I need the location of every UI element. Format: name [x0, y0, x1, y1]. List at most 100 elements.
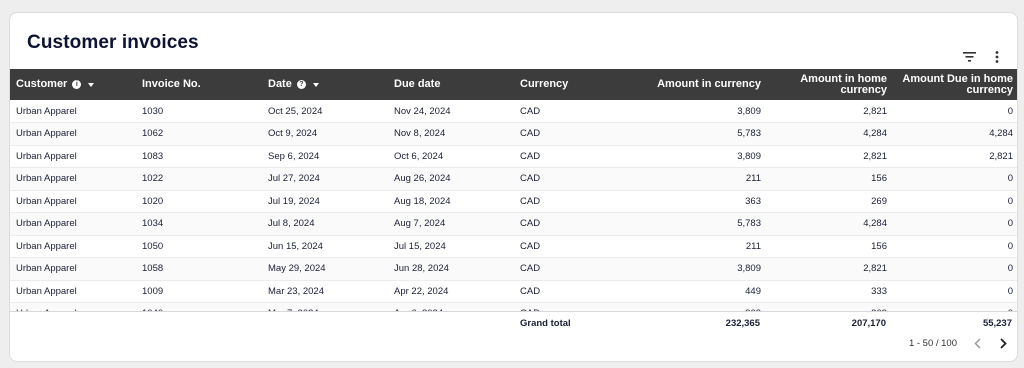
table-row[interactable]: Urban Apparel 1062 Oct 9, 2024 Nov 8, 2024 C… — [10, 122, 1017, 146]
customer-cell: Urban Apparel — [10, 122, 136, 146]
amount-due-in-home-currency-cell: 0 — [893, 235, 1017, 258]
amount-due-in-home-currency-cell: 0 — [893, 212, 1017, 236]
amount-in-home-currency-cell: 269 — [767, 302, 893, 311]
pagination: 1 - 50 / 100 — [909, 336, 1009, 350]
amount-in-home-currency-cell: 2,821 — [767, 257, 893, 281]
customer-invoices-card: Customer invoices Customer i Invoice No.… — [9, 12, 1018, 362]
invoice-no-cell: 1050 — [136, 235, 262, 258]
customer-cell: Urban Apparel — [10, 257, 136, 281]
table-row[interactable]: Urban Apparel 1058 May 29, 2024 Jun 28, 202… — [10, 257, 1017, 281]
amount-due-in-home-currency-cell: 0 — [893, 190, 1017, 213]
customer-cell: Urban Apparel — [10, 190, 136, 213]
amount-due-in-home-currency-cell: 0 — [893, 167, 1017, 191]
column-header-due-date[interactable]: Due date — [388, 69, 514, 100]
currency-cell: CAD — [514, 212, 640, 236]
column-header-date[interactable]: Date ? — [262, 69, 388, 100]
invoices-table: Customer i Invoice No. Date ? Due date C… — [10, 69, 1017, 311]
customer-cell: Urban Apparel — [10, 280, 136, 303]
invoice-no-cell: 1022 — [136, 167, 262, 191]
sort-arrow-icon[interactable] — [312, 82, 319, 87]
invoice-no-cell: 1062 — [136, 122, 262, 146]
currency-cell: CAD — [514, 100, 640, 123]
filter-icon[interactable] — [961, 49, 977, 65]
amount-in-home-currency-cell: 2,821 — [767, 100, 893, 123]
table-row[interactable]: Urban Apparel 1034 Jul 8, 2024 Aug 7, 2024 C… — [10, 212, 1017, 236]
table-row[interactable]: Urban Apparel 1083 Sep 6, 2024 Oct 6, 2024 C… — [10, 145, 1017, 168]
amount-in-home-currency-cell: 4,284 — [767, 212, 893, 236]
due-date-cell: Aug 7, 2024 — [388, 212, 514, 236]
due-date-cell: Apr 6, 2024 — [388, 302, 514, 311]
amount-in-home-currency-cell: 156 — [767, 167, 893, 191]
due-date-cell: Aug 26, 2024 — [388, 167, 514, 191]
invoice-no-cell: 1040 — [136, 302, 262, 311]
currency-cell: CAD — [514, 257, 640, 281]
amount-in-currency-cell: 211 — [640, 167, 767, 191]
customer-cell: Urban Apparel — [10, 212, 136, 236]
table-body: Urban Apparel 1030 Oct 25, 2024 Nov 24, 202… — [10, 100, 1017, 311]
amount-due-in-home-currency-cell: 0 — [893, 280, 1017, 303]
amount-in-currency-cell: 5,783 — [640, 122, 767, 146]
invoice-no-cell: 1009 — [136, 280, 262, 303]
table-row[interactable]: Urban Apparel 1009 Mar 23, 2024 Apr 22, 202… — [10, 280, 1017, 303]
column-header-amount-in-currency[interactable]: Amount in currency — [640, 69, 767, 100]
amount-in-home-currency-cell: 4,284 — [767, 122, 893, 146]
column-header-currency[interactable]: Currency — [514, 69, 640, 100]
amount-in-home-currency-cell: 2,821 — [767, 145, 893, 168]
chevron-left-icon[interactable] — [971, 336, 983, 350]
column-header-amount-in-home-currency[interactable]: Amount in home currency — [767, 69, 893, 100]
chevron-right-icon[interactable] — [997, 336, 1009, 350]
grand-total-label: Grand total — [520, 318, 571, 329]
table-toolbar — [961, 49, 1005, 65]
due-date-cell: Apr 22, 2024 — [388, 280, 514, 303]
amount-due-in-home-currency-cell: 0 — [893, 100, 1017, 123]
amount-in-home-currency-cell: 156 — [767, 235, 893, 258]
due-date-cell: Jul 15, 2024 — [388, 235, 514, 258]
amount-in-home-currency-cell: 269 — [767, 190, 893, 213]
more-vertical-icon[interactable] — [989, 49, 1005, 65]
date-cell: Jun 15, 2024 — [262, 235, 388, 258]
amount-due-in-home-currency-cell: 0 — [893, 302, 1017, 311]
customer-cell: Urban Apparel — [10, 235, 136, 258]
due-date-cell: Nov 24, 2024 — [388, 100, 514, 123]
date-cell: Oct 25, 2024 — [262, 100, 388, 123]
amount-in-currency-cell: 3,809 — [640, 145, 767, 168]
customer-cell: Urban Apparel — [10, 145, 136, 168]
currency-cell: CAD — [514, 190, 640, 213]
help-icon[interactable]: ? — [296, 80, 306, 89]
column-header-customer[interactable]: Customer i — [10, 69, 136, 100]
invoice-no-cell: 1083 — [136, 145, 262, 168]
due-date-cell: Oct 6, 2024 — [388, 145, 514, 168]
customer-cell: Urban Apparel — [10, 167, 136, 191]
date-cell: Jul 8, 2024 — [262, 212, 388, 236]
table-row[interactable]: Urban Apparel 1030 Oct 25, 2024 Nov 24, 202… — [10, 100, 1017, 123]
due-date-cell: Nov 8, 2024 — [388, 122, 514, 146]
column-header-amount-due-in-home-currency[interactable]: Amount Due in home currency — [893, 69, 1017, 100]
amount-due-in-home-currency-cell: 2,821 — [893, 145, 1017, 168]
customer-cell: Urban Apparel — [10, 100, 136, 123]
total-amount-due-in-home-currency: 55,237 — [982, 318, 1012, 329]
date-cell: Sep 6, 2024 — [262, 145, 388, 168]
sort-arrow-icon[interactable] — [88, 82, 95, 87]
amount-in-currency-cell: 449 — [640, 280, 767, 303]
currency-cell: CAD — [514, 145, 640, 168]
date-cell: Jul 19, 2024 — [262, 190, 388, 213]
table-row[interactable]: Urban Apparel 1020 Jul 19, 2024 Aug 18, 202… — [10, 190, 1017, 213]
amount-in-currency-cell: 3,809 — [640, 100, 767, 123]
table-row[interactable]: Urban Apparel 1022 Jul 27, 2024 Aug 26, 202… — [10, 167, 1017, 191]
table-row[interactable]: Urban Apparel 1050 Jun 15, 2024 Jul 15, 202… — [10, 235, 1017, 258]
amount-due-in-home-currency-cell: 0 — [893, 257, 1017, 281]
table-row[interactable]: Urban Apparel1040Mar 7, 2024Apr 6, 2024C… — [10, 302, 1017, 311]
info-icon[interactable]: i — [72, 80, 82, 89]
amount-in-currency-cell: 5,783 — [640, 212, 767, 236]
invoice-no-cell: 1058 — [136, 257, 262, 281]
currency-cell: CAD — [514, 235, 640, 258]
amount-in-currency-cell: 211 — [640, 235, 767, 258]
due-date-cell: Jun 28, 2024 — [388, 257, 514, 281]
invoice-no-cell: 1034 — [136, 212, 262, 236]
page-title: Customer invoices — [27, 32, 199, 53]
column-header-invoice-no[interactable]: Invoice No. — [136, 69, 262, 100]
pagination-range: 1 - 50 / 100 — [908, 337, 957, 349]
currency-cell: CAD — [514, 280, 640, 303]
invoice-no-cell: 1020 — [136, 190, 262, 213]
customer-cell: Urban Apparel — [10, 302, 136, 311]
